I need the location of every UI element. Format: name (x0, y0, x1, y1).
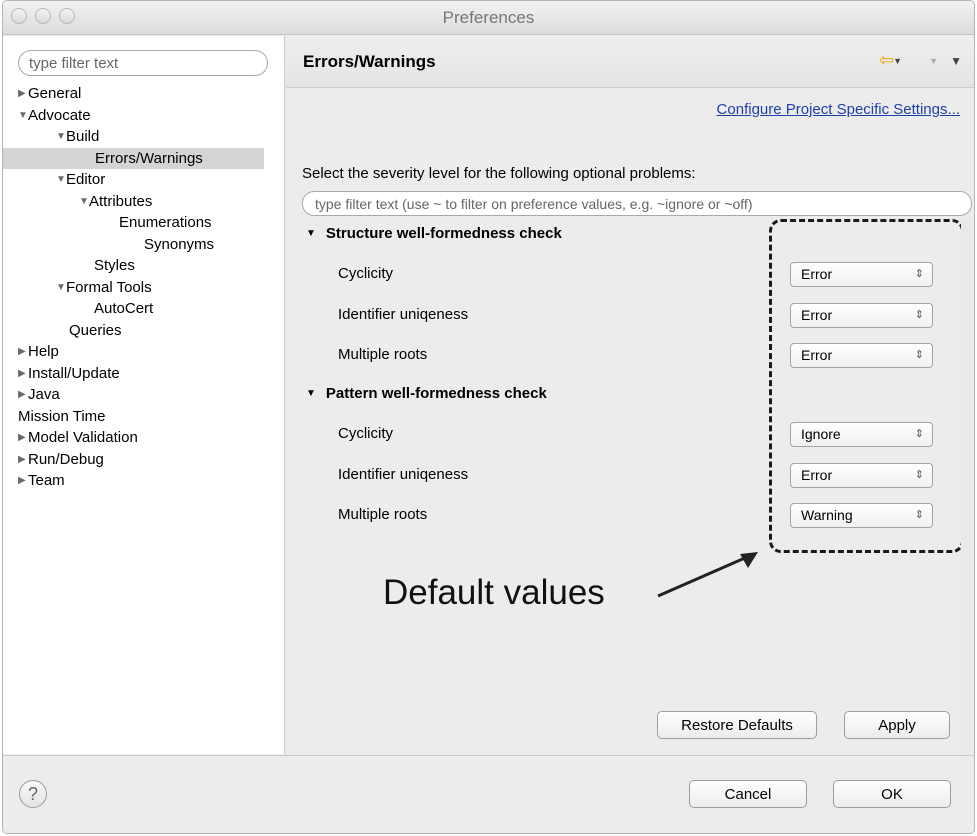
tree-item-synonyms[interactable]: Synonyms (3, 234, 284, 256)
preferences-tree-pane: ▶ General ▼ Advocate ▼ Build Errors/Warn… (3, 36, 285, 754)
section-pattern-header[interactable]: ▼ Pattern well-formedness check (306, 385, 547, 402)
option-label: Cyclicity (338, 265, 393, 282)
collapse-arrow-icon[interactable]: ▼ (56, 277, 66, 298)
tree-item-team[interactable]: ▶ Team (3, 470, 284, 492)
tree-item-run-debug[interactable]: ▶ Run/Debug (3, 449, 284, 471)
tree-item-java[interactable]: ▶ Java (3, 384, 284, 406)
tree-item-help[interactable]: ▶ Help (3, 341, 284, 363)
tree-item-general[interactable]: ▶ General (3, 83, 284, 105)
preference-page: Errors/Warnings ⇦ ▼ ▼ ▼ Configure Projec… (286, 36, 974, 779)
expand-arrow-icon[interactable]: ▶ (18, 449, 26, 470)
forward-icon[interactable]: ▼ (929, 56, 938, 66)
apply-button[interactable]: Apply (844, 711, 950, 739)
tree-item-model-validation[interactable]: ▶ Model Validation (3, 427, 284, 449)
preferences-tree: ▶ General ▼ Advocate ▼ Build Errors/Warn… (3, 83, 284, 492)
option-label: Cyclicity (338, 425, 393, 442)
expand-arrow-icon[interactable]: ▶ (18, 83, 26, 104)
tree-item-mission-time[interactable]: Mission Time (3, 406, 284, 428)
tree-item-queries[interactable]: Queries (3, 320, 284, 342)
default-values-annotation: Default values (383, 573, 605, 612)
ok-button[interactable]: OK (833, 780, 951, 808)
tree-item-enumerations[interactable]: Enumerations (3, 212, 284, 234)
vertical-scrollbar[interactable] (961, 219, 970, 779)
tree-item-styles[interactable]: Styles (3, 255, 284, 277)
tree-item-formal-tools[interactable]: ▼ Formal Tools (3, 277, 284, 299)
section-structure-header[interactable]: ▼ Structure well-formedness check (306, 225, 562, 242)
tree-item-build[interactable]: ▼ Build (3, 126, 284, 148)
tree-item-advocate[interactable]: ▼ Advocate (3, 105, 284, 127)
restore-defaults-button[interactable]: Restore Defaults (657, 711, 817, 739)
section-collapse-icon[interactable]: ▼ (306, 228, 316, 239)
back-arrow-icon[interactable]: ⇦ (879, 50, 894, 71)
tree-item-errors-warnings[interactable]: Errors/Warnings (3, 147, 264, 169)
option-label: Identifier uniqeness (338, 306, 469, 323)
tree-filter-input[interactable] (18, 50, 268, 76)
page-content: Configure Project Specific Settings... S… (286, 89, 974, 779)
view-menu-icon[interactable]: ▼ (950, 54, 962, 68)
cancel-button[interactable]: Cancel (689, 780, 807, 808)
expand-arrow-icon[interactable]: ▶ (18, 427, 26, 448)
collapse-arrow-icon[interactable]: ▼ (56, 126, 66, 147)
expand-arrow-icon[interactable]: ▶ (18, 384, 26, 405)
annotation-arrow-icon (657, 552, 758, 598)
page-title: Errors/Warnings (303, 52, 436, 71)
tree-item-autocert[interactable]: AutoCert (3, 298, 284, 320)
collapse-arrow-icon[interactable]: ▼ (56, 169, 66, 190)
dialog-button-bar: ? Cancel OK (3, 755, 974, 833)
back-dropdown-icon[interactable]: ▼ (893, 56, 902, 66)
option-label: Multiple roots (338, 346, 428, 363)
default-values-highlight (769, 219, 964, 553)
tree-item-install-update[interactable]: ▶ Install/Update (3, 363, 284, 385)
expand-arrow-icon[interactable]: ▶ (18, 341, 26, 362)
configure-project-settings-link[interactable]: Configure Project Specific Settings... (717, 101, 960, 118)
tree-item-editor[interactable]: ▼ Editor (3, 169, 284, 191)
option-label: Multiple roots (338, 506, 428, 523)
problem-filter-input[interactable] (302, 191, 972, 216)
collapse-arrow-icon[interactable]: ▼ (18, 105, 28, 126)
title-bar: Preferences (3, 1, 974, 35)
option-label: Identifier uniqeness (338, 466, 469, 483)
expand-arrow-icon[interactable]: ▶ (18, 470, 26, 491)
expand-arrow-icon[interactable]: ▶ (18, 363, 26, 384)
severity-intro-text: Select the severity level for the follow… (302, 165, 696, 182)
page-header: Errors/Warnings ⇦ ▼ ▼ ▼ (286, 36, 974, 88)
tree-item-attributes[interactable]: ▼ Attributes (3, 191, 284, 213)
section-collapse-icon[interactable]: ▼ (306, 388, 316, 399)
window-title: Preferences (442, 8, 535, 27)
collapse-arrow-icon[interactable]: ▼ (79, 191, 89, 212)
help-icon[interactable]: ? (19, 780, 47, 808)
preferences-window: Preferences ▶ General ▼ Advocate ▼ Build… (2, 0, 975, 834)
